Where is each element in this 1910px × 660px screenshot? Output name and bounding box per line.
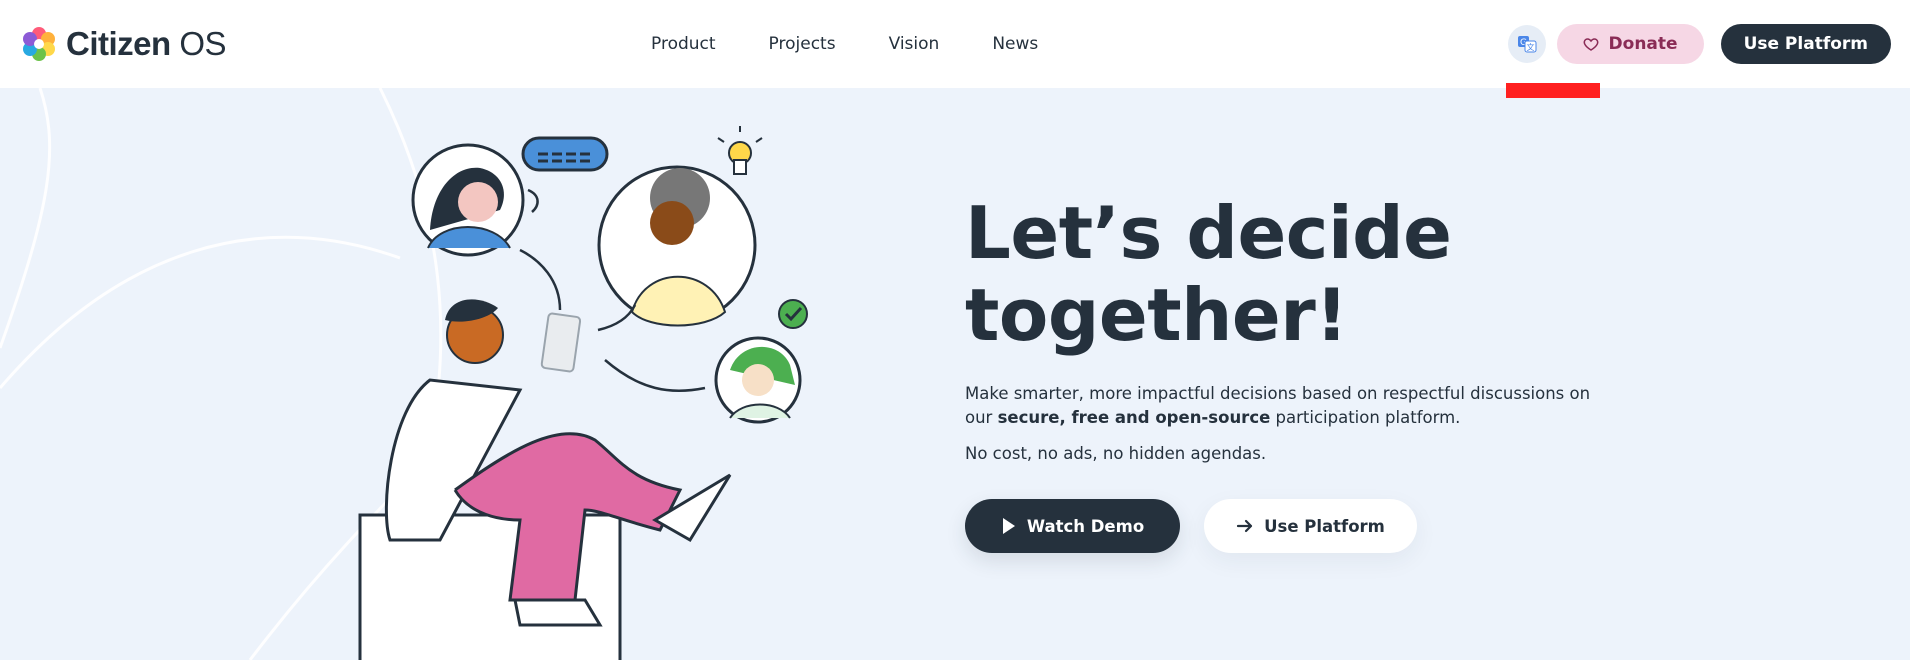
main-nav: Product Projects Vision News: [651, 0, 1091, 88]
avatar-headset-person: [714, 336, 802, 424]
nav-link-vision[interactable]: Vision: [889, 34, 940, 54]
flower-logo-icon: [23, 27, 55, 61]
nav-link-projects[interactable]: Projects: [769, 34, 836, 54]
lightbulb-icon: [717, 126, 763, 175]
hero-title-line-2: together!: [965, 273, 1348, 357]
hero-use-platform-button[interactable]: Use Platform: [1204, 499, 1417, 553]
hero-cta-row: Watch Demo Use Platform: [965, 499, 1605, 553]
brand-name-bold: Citizen: [66, 25, 171, 62]
avatar-curly-hair-person: [597, 165, 757, 327]
heart-icon: [1583, 38, 1598, 51]
arrow-right-icon: [1237, 519, 1253, 533]
header-use-platform-button[interactable]: Use Platform: [1720, 24, 1891, 64]
hero-illustration: [358, 126, 808, 660]
translate-icon: G 文: [1517, 36, 1537, 53]
brand-name-light: OS: [170, 25, 227, 62]
hero-title-line-1: Let’s decide: [965, 191, 1452, 275]
donate-label: Donate: [1608, 34, 1678, 54]
check-badge-icon: [778, 299, 808, 329]
hero-copy: Let’s decide together! Make smarter, mor…: [965, 192, 1605, 553]
hero-description: Make smarter, more impactful decisions b…: [965, 382, 1605, 430]
speech-bubble-icon: [521, 136, 609, 172]
watch-demo-button[interactable]: Watch Demo: [965, 499, 1180, 553]
svg-text:文: 文: [1526, 42, 1534, 52]
nav-link-product[interactable]: Product: [651, 34, 716, 54]
hero-description-bold: secure, free and open-source: [997, 408, 1271, 427]
person-with-phone: [358, 299, 732, 660]
watch-demo-label: Watch Demo: [1026, 516, 1145, 536]
donate-button[interactable]: Donate: [1556, 24, 1704, 64]
brand-logo-link[interactable]: Citizen OS: [20, 25, 227, 63]
hero-note: No cost, no ads, no hidden agendas.: [965, 444, 1267, 463]
translate-button[interactable]: G 文: [1507, 25, 1546, 63]
nav-link-news[interactable]: News: [992, 34, 1038, 54]
hero-description-end: participation platform.: [1270, 408, 1461, 427]
play-icon: [1002, 518, 1015, 534]
site-header: Citizen OS Product Projects Vision News …: [0, 0, 1910, 88]
brand-name: Citizen OS: [66, 25, 227, 63]
hero-title: Let’s decide together!: [965, 192, 1605, 356]
header-actions: G 文 Donate Use Platform: [1507, 0, 1891, 88]
hero-use-platform-label: Use Platform: [1264, 516, 1385, 536]
avatar-thinking-woman: [411, 143, 525, 257]
highlight-bar: [1506, 83, 1600, 98]
